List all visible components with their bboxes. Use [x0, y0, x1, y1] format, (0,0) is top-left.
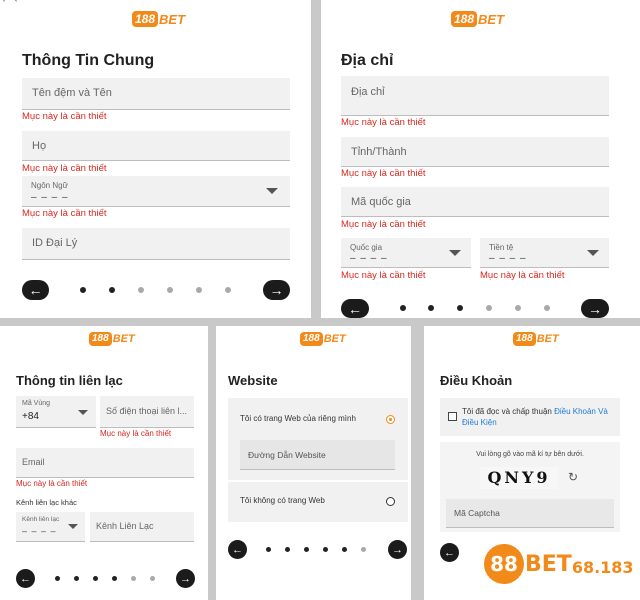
collapse-chevron-icon[interactable]: [2, 0, 18, 9]
chevron-down-icon: [266, 188, 278, 194]
step-dot: [150, 576, 155, 581]
chevron-down-icon: [68, 524, 78, 529]
other-channel-heading: Kênh liên lạc khác: [16, 498, 77, 507]
country-select[interactable]: Quốc gia – – – –: [341, 238, 471, 268]
brand-logo: 188 BET: [300, 332, 346, 346]
divider-vertical-bottom-2: [411, 326, 424, 600]
step-dot-active: [93, 576, 98, 581]
prev-button[interactable]: ←: [228, 540, 247, 559]
contact-channel-input[interactable]: Kênh Liên Lạc: [90, 512, 194, 542]
channel-type-select[interactable]: Kênh liên lạc – – – –: [16, 512, 85, 542]
step-dot-active: [342, 547, 347, 552]
address-input[interactable]: Địa chỉ: [341, 76, 609, 116]
step-dot-active: [112, 576, 117, 581]
page-title: Thông tin liên lạc: [16, 373, 123, 388]
chevron-down-icon: [78, 410, 88, 415]
step-dot-active: [80, 287, 86, 293]
step-dot-active: [266, 547, 271, 552]
divider-vertical-bottom-1: [208, 326, 216, 600]
next-button[interactable]: →: [581, 299, 609, 318]
error-message: Mục này là cần thiết: [341, 270, 426, 281]
language-select[interactable]: Ngôn Ngữ – – – –: [22, 176, 290, 207]
middle-first-name-input[interactable]: Tên đệm và Tên: [22, 78, 290, 110]
step-dot: [486, 305, 492, 311]
divider-horizontal: [0, 318, 640, 326]
chevron-down-icon: [449, 250, 461, 256]
prev-button[interactable]: ←: [16, 569, 35, 588]
brand-logo: 188 BET: [89, 332, 135, 346]
step-dot-active: [109, 287, 115, 293]
step-dot-active: [428, 305, 434, 311]
error-message: Mục này là cần thiết: [22, 163, 107, 174]
province-input[interactable]: Tỉnh/Thành: [341, 137, 609, 167]
step-dot: [138, 287, 144, 293]
captcha-input[interactable]: Mã Captcha: [446, 499, 614, 528]
email-input[interactable]: Email: [16, 448, 194, 478]
error-message: Mục này là cần thiết: [341, 168, 426, 179]
prev-button[interactable]: ←: [341, 299, 369, 318]
page-title: Điều Khoản: [440, 373, 513, 388]
next-button[interactable]: →: [388, 540, 407, 559]
panel-general-info: 188 BET Thông Tin Chung Tên đệm và Tên Mụ…: [0, 0, 311, 318]
refresh-icon[interactable]: ↻: [568, 470, 578, 484]
agent-id-input[interactable]: ID Đại Lý: [22, 228, 290, 260]
terms-text: Tôi đã đọc và chấp thuận Điều Khoản Và Đ…: [462, 407, 608, 427]
prev-button[interactable]: ←: [22, 280, 49, 300]
option-own-label: Tôi có trang Web của riêng mình: [240, 414, 356, 423]
chevron-down-icon: [587, 250, 599, 256]
error-message: Mục này là cần thiết: [341, 117, 426, 128]
panel-terms: 188 BET Điều Khoản Tôi đã đọc và chấp thu…: [424, 326, 640, 600]
step-dot: [131, 576, 136, 581]
panel-contact-info: 188 BET Thông tin liên lạc Mã Vùng +84 Số…: [0, 326, 208, 600]
step-dot: [225, 287, 231, 293]
step-dot: [196, 287, 202, 293]
terms-agreement-card: Tôi đã đọc và chấp thuận Điều Khoản Và Đ…: [440, 398, 620, 436]
error-message: Mục này là cần thiết: [100, 429, 172, 438]
website-option-none-card[interactable]: Tôi không có trang Web: [228, 482, 408, 522]
page-title: Thông Tin Chung: [22, 52, 155, 69]
website-option-own-card[interactable]: Tôi có trang Web của riêng mình Đường Dẫ…: [228, 398, 408, 480]
phone-input[interactable]: Số điện thoại liên l...: [100, 396, 194, 428]
captcha-card: Vui lòng gõ vào mã kí tự bên dưới. QNY9 …: [440, 442, 620, 532]
step-dot: [544, 305, 550, 311]
brand-logo: 188 BET: [132, 11, 185, 27]
prev-button[interactable]: ←: [440, 543, 459, 562]
divider-vertical-top: [311, 0, 321, 325]
captcha-instruction: Vui lòng gõ vào mã kí tự bên dưới.: [476, 451, 584, 458]
brand-logo: 188 BET: [451, 11, 504, 27]
captcha-image: QNY9: [480, 467, 558, 489]
step-dot-active: [457, 305, 463, 311]
page-title: Website: [228, 373, 278, 388]
error-message: Mục này là cần thiết: [22, 111, 107, 122]
step-dot: [167, 287, 173, 293]
next-button[interactable]: →: [263, 280, 290, 300]
panel-website: 188 BET Website Tôi có trang Web của riên…: [216, 326, 411, 600]
step-dot-active: [74, 576, 79, 581]
panel-address: 188 BET Địa chỉ Địa chỉ Mục này là cần th…: [321, 0, 640, 318]
step-dot-active: [400, 305, 406, 311]
error-message: Mục này là cần thiết: [341, 219, 426, 230]
website-url-input[interactable]: Đường Dẫn Website: [240, 440, 395, 470]
option-none-label: Tôi không có trang Web: [240, 496, 325, 505]
radio-selected-icon[interactable]: [386, 415, 395, 424]
brand-logo: 188 BET: [513, 332, 559, 346]
error-message: Mục này là cần thiết: [480, 270, 565, 281]
currency-select[interactable]: Tiền tệ – – – –: [480, 238, 609, 268]
step-dot: [361, 547, 366, 552]
site-watermark-logo: 88 BET 68.183: [484, 544, 634, 584]
step-dot-active: [285, 547, 290, 552]
step-dot: [515, 305, 521, 311]
terms-checkbox[interactable]: [448, 412, 457, 421]
last-name-input[interactable]: Họ: [22, 131, 290, 161]
step-dot-active: [304, 547, 309, 552]
page-title: Địa chỉ: [341, 52, 394, 69]
error-message: Mục này là cần thiết: [16, 479, 88, 488]
error-message: Mục này là cần thiết: [22, 208, 107, 219]
step-dot-active: [323, 547, 328, 552]
step-dot-active: [55, 576, 60, 581]
radio-unselected-icon[interactable]: [386, 497, 395, 506]
postal-code-input[interactable]: Mã quốc gia: [341, 187, 609, 217]
dial-code-select[interactable]: Mã Vùng +84: [16, 396, 96, 428]
next-button[interactable]: →: [176, 569, 195, 588]
